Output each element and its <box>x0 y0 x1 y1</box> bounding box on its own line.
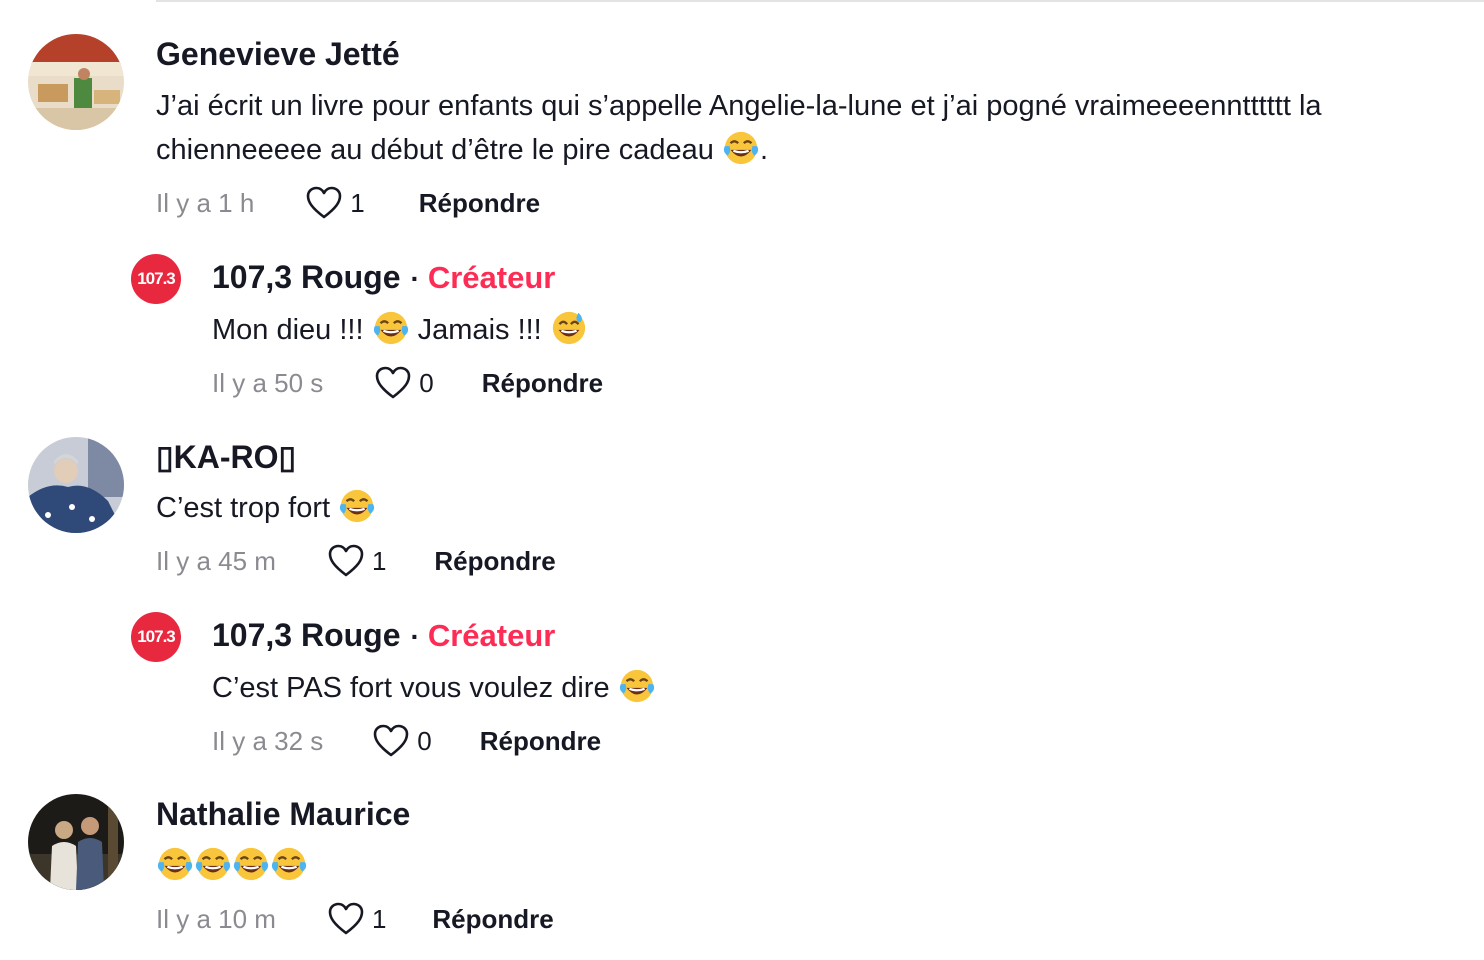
avatar[interactable]: 107.3 <box>131 612 181 662</box>
comment-text <box>156 844 308 888</box>
reply-button[interactable]: Répondre <box>480 726 601 757</box>
username[interactable]: 107,3 Rouge <box>212 259 401 296</box>
comment-text: C’est PAS fort vous voulez dire <box>212 666 656 710</box>
comment-text: C’est trop fort <box>156 486 376 530</box>
comment-part: Jamais !!! <box>409 314 550 346</box>
timestamp: Il y a 50 s <box>212 367 324 398</box>
comments-panel: Genevieve Jetté J’ai écrit un livre pour… <box>0 0 1484 960</box>
comment-suffix: . <box>759 134 769 166</box>
comment-part: Mon dieu !!! <box>212 314 372 346</box>
creator-badge: Créateur <box>427 618 556 653</box>
face-with-tears-of-joy-icon <box>338 487 376 525</box>
comment-line: chienneeeee au début d’être le pire cade… <box>156 134 722 166</box>
face-with-tears-of-joy-icon <box>722 129 760 167</box>
comment-part: C’est trop fort <box>156 492 339 524</box>
face-with-tears-of-joy-icon <box>372 309 410 347</box>
like-button[interactable]: 0 <box>375 366 434 400</box>
timestamp: Il y a 1 h <box>156 187 255 218</box>
comment-text: Mon dieu !!! Jamais !!! <box>212 308 588 352</box>
divider <box>156 0 1484 2</box>
face-with-tears-of-joy-icon <box>194 845 232 883</box>
like-button[interactable]: 1 <box>328 544 386 578</box>
username[interactable]: Genevieve Jetté <box>156 36 400 73</box>
heart-icon <box>373 724 409 758</box>
heart-icon <box>306 186 342 220</box>
comment-text: J’ai écrit un livre pour enfants qui s’a… <box>156 84 1456 172</box>
avatar[interactable]: 107.3 <box>131 254 181 304</box>
heart-icon <box>375 366 411 400</box>
heart-icon <box>328 902 364 936</box>
like-button[interactable]: 1 <box>306 186 365 220</box>
avatar-image <box>28 794 124 890</box>
like-count: 1 <box>371 903 387 934</box>
avatar-image <box>28 437 124 533</box>
avatar-image <box>28 34 124 130</box>
like-count: 1 <box>371 545 387 576</box>
reply-button[interactable]: Répondre <box>419 188 540 219</box>
like-button[interactable]: 1 <box>328 902 386 936</box>
reply-button[interactable]: Répondre <box>482 368 603 399</box>
face-with-tears-of-joy-icon <box>270 845 308 883</box>
avatar[interactable] <box>28 437 124 533</box>
username[interactable]: ▯KA-RO▯ <box>156 438 296 476</box>
avatar[interactable] <box>28 34 124 130</box>
reply-button[interactable]: Répondre <box>432 904 553 935</box>
username[interactable]: Nathalie Maurice <box>156 796 410 833</box>
separator-dot: · <box>410 263 420 294</box>
creator-badge: Créateur <box>427 260 556 295</box>
like-count: 1 <box>350 187 365 218</box>
like-count: 0 <box>419 367 434 398</box>
timestamp: Il y a 10 m <box>156 903 276 934</box>
heart-icon <box>328 544 364 578</box>
like-count: 0 <box>417 725 432 756</box>
face-with-tears-of-joy-icon <box>618 667 656 705</box>
timestamp: Il y a 32 s <box>212 725 324 756</box>
timestamp: Il y a 45 m <box>156 545 276 576</box>
grinning-face-with-sweat-icon <box>550 309 588 347</box>
reply-button[interactable]: Répondre <box>434 546 555 577</box>
face-with-tears-of-joy-icon <box>232 845 270 883</box>
username[interactable]: 107,3 Rouge <box>212 617 401 654</box>
avatar[interactable] <box>28 794 124 890</box>
comment-part: C’est PAS fort vous voulez dire <box>212 672 618 704</box>
separator-dot: · <box>410 621 420 652</box>
like-button[interactable]: 0 <box>373 724 432 758</box>
comment-line: J’ai écrit un livre pour enfants qui s’a… <box>156 90 1322 122</box>
face-with-tears-of-joy-icon <box>156 845 194 883</box>
